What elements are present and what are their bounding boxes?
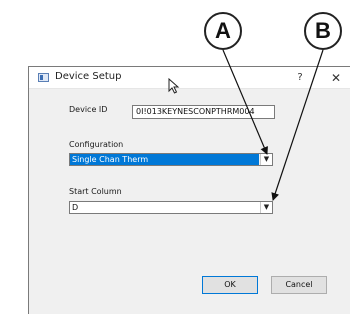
callout-b-badge: B xyxy=(304,12,342,50)
arrow-b xyxy=(271,49,324,201)
arrow-a xyxy=(222,49,268,155)
callout-a-badge: A xyxy=(204,12,242,50)
callout-arrows xyxy=(222,49,324,201)
